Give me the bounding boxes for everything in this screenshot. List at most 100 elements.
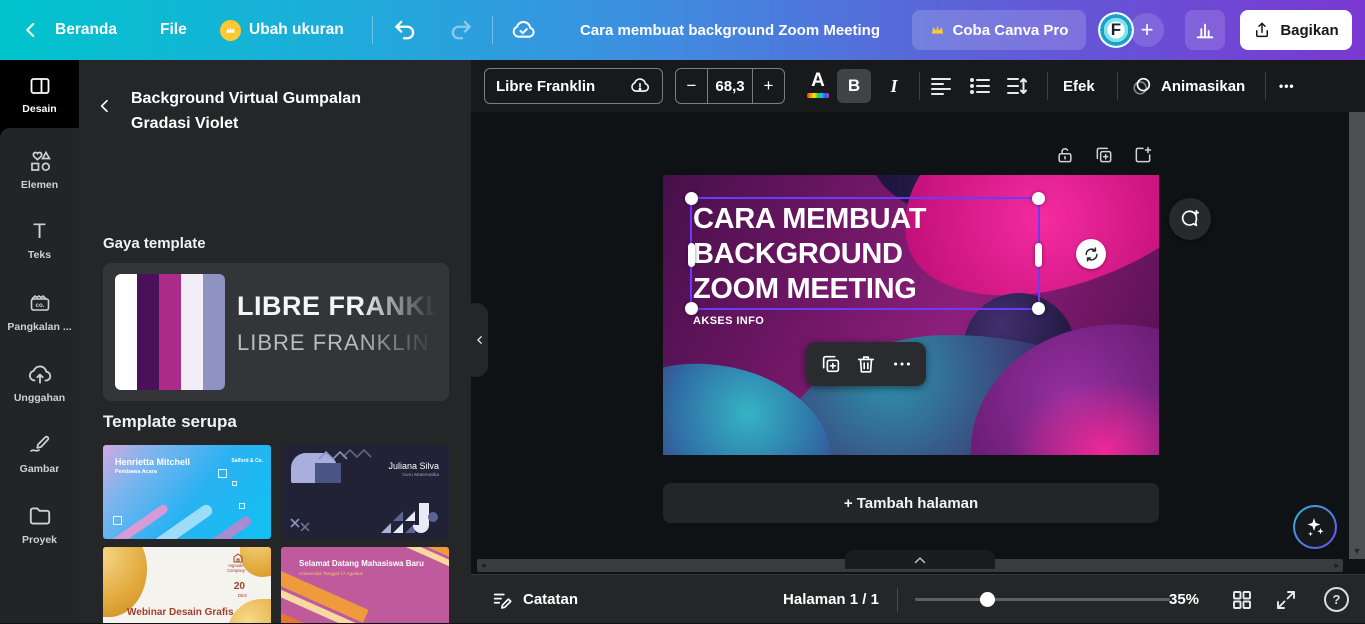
help-button[interactable]: ? xyxy=(1324,587,1349,612)
context-toolbar xyxy=(806,342,926,386)
sidebar-item-elemen[interactable]: Elemen xyxy=(0,134,79,205)
zoom-slider-thumb[interactable] xyxy=(980,592,995,607)
template-thumb-henrietta[interactable]: Henrietta Mitchell Pembawa Acara Salford… xyxy=(103,445,271,539)
toolbar-more-button[interactable]: ••• xyxy=(1279,60,1295,112)
home-back-button[interactable] xyxy=(22,0,40,60)
notes-button[interactable]: Catatan xyxy=(491,575,578,624)
resize-handle-top-right[interactable] xyxy=(1032,192,1045,205)
vertical-scrollbar[interactable]: ▼ xyxy=(1349,60,1365,559)
comment-plus-icon xyxy=(1181,209,1200,227)
undo-button[interactable] xyxy=(392,0,418,60)
resize-handle-left[interactable] xyxy=(688,243,695,267)
zoom-slider[interactable] xyxy=(915,592,1170,607)
elements-icon xyxy=(30,150,51,172)
divider xyxy=(919,72,920,100)
cloud-alert-icon xyxy=(631,78,650,92)
sidebar-rail-group: Elemen T Teks co. Pangkalan ... Unggahan… xyxy=(0,128,79,623)
template-panel: Background Virtual Gumpalan Gradasi Viol… xyxy=(79,60,471,623)
brand-kit-icon: co. xyxy=(30,294,49,311)
duplicate-element-button[interactable] xyxy=(820,353,842,375)
resize-handle-top-left[interactable] xyxy=(685,192,698,205)
share-button[interactable]: Bagikan xyxy=(1240,10,1352,50)
divider xyxy=(372,16,373,44)
template-thumb-webinar[interactable]: Webinar Desain Grafis reallygreatsite.co… xyxy=(103,547,271,623)
rotate-handle[interactable] xyxy=(1076,239,1106,269)
crown-icon xyxy=(220,19,241,41)
font-size-decrease-button[interactable]: − xyxy=(676,69,708,103)
delete-button[interactable] xyxy=(855,353,877,375)
sidebar-item-teks[interactable]: T Teks xyxy=(0,205,79,276)
sidebar-item-unggahan[interactable]: Unggahan xyxy=(0,347,79,418)
similar-section-heading: Template serupa xyxy=(103,412,237,431)
template-thumb-juliana[interactable]: Juliana Silva Guru Matematika xyxy=(281,445,449,539)
add-page-button[interactable]: + Tambah halaman xyxy=(663,483,1159,523)
draw-icon xyxy=(29,435,49,452)
menu-file[interactable]: File xyxy=(160,0,187,60)
undo-icon xyxy=(395,20,415,40)
template-style-card[interactable]: LIBRE FRANKLIN LIBRE FRANKLIN xyxy=(103,263,449,401)
selection-box[interactable] xyxy=(685,192,1045,315)
divider xyxy=(492,16,493,44)
menu-beranda[interactable]: Beranda xyxy=(55,0,117,60)
spacing-button[interactable] xyxy=(1005,74,1031,98)
sidebar-item-proyek[interactable]: Proyek xyxy=(0,489,79,560)
resize-handle-bottom-right[interactable] xyxy=(1032,302,1045,315)
scroll-left-arrow[interactable]: ◂ xyxy=(481,560,486,571)
resize-handle-right[interactable] xyxy=(1035,243,1042,267)
panel-back-button[interactable] xyxy=(93,94,117,118)
notes-icon xyxy=(493,593,512,609)
document-title[interactable]: Cara membuat background Zoom Meeting xyxy=(560,0,900,60)
svg-text:co.: co. xyxy=(35,302,44,309)
lock-button[interactable] xyxy=(1055,145,1075,165)
resize-handle-bottom-left[interactable] xyxy=(685,302,698,315)
swatch-white xyxy=(115,274,137,390)
uploads-icon xyxy=(28,365,51,384)
avatar[interactable]: F xyxy=(1098,12,1134,48)
swatch-lavender xyxy=(181,274,203,390)
text-toolbar: Libre Franklin − 68,3 + A B I Efek Anima… xyxy=(471,60,1365,112)
redo-button[interactable] xyxy=(448,0,474,60)
sidebar-item-pangkalan[interactable]: co. Pangkalan ... xyxy=(0,276,79,347)
text-align-button[interactable] xyxy=(929,74,955,98)
design-icon xyxy=(30,77,49,94)
font-size-increase-button[interactable]: + xyxy=(752,69,784,103)
save-status-button[interactable] xyxy=(510,0,537,60)
try-canva-pro-button[interactable]: Coba Canva Pro xyxy=(912,10,1086,50)
add-comment-button[interactable] xyxy=(1169,198,1211,240)
canvas-subheading-text[interactable]: AKSES INFO xyxy=(693,315,764,327)
zoom-level[interactable]: 35% xyxy=(1161,575,1207,624)
list-button[interactable] xyxy=(968,74,994,98)
text-color-button[interactable]: A xyxy=(803,69,833,103)
add-page-icon-button[interactable] xyxy=(1133,145,1153,165)
sidebar-item-desain[interactable]: Desain xyxy=(0,60,79,128)
text-icon: T xyxy=(33,220,46,243)
style-section-heading: Gaya template xyxy=(103,235,206,252)
redo-icon xyxy=(451,20,471,40)
duplicate-page-button[interactable] xyxy=(1094,145,1114,165)
status-bar: Catatan Halaman 1 / 1 35% ? xyxy=(471,574,1365,623)
fullscreen-button[interactable] xyxy=(1274,588,1298,612)
resize-button[interactable]: Ubah ukuran xyxy=(220,0,344,60)
font-size-value[interactable]: 68,3 xyxy=(708,69,752,103)
chevron-left-icon xyxy=(476,336,482,344)
divider xyxy=(1265,72,1266,100)
italic-button[interactable]: I xyxy=(877,69,911,103)
design-canvas[interactable]: CARA MEMBUAT BACKGROUND ZOOM MEETING AKS… xyxy=(663,175,1159,455)
more-options-button[interactable] xyxy=(891,353,913,375)
assistant-button[interactable] xyxy=(1293,505,1337,549)
template-thumbnails: Henrietta Mitchell Pembawa Acara Salford… xyxy=(103,445,449,623)
effects-button[interactable]: Efek xyxy=(1063,60,1095,112)
insights-button[interactable] xyxy=(1185,10,1225,50)
panel-collapse-handle[interactable] xyxy=(471,303,488,377)
grid-view-button[interactable] xyxy=(1230,588,1254,612)
sidebar-item-gambar[interactable]: Gambar xyxy=(0,418,79,489)
font-selector[interactable]: Libre Franklin xyxy=(484,68,663,104)
animate-button[interactable]: Animasikan xyxy=(1131,60,1245,112)
add-member-button[interactable]: + xyxy=(1130,13,1164,47)
scroll-right-arrow[interactable]: ▸ xyxy=(1334,560,1339,571)
template-thumb-mahasiswa[interactable]: Selamat Datang Mahasiswa Baru Universita… xyxy=(281,547,449,623)
scroll-down-arrow[interactable]: ▼ xyxy=(1349,546,1365,556)
bottom-panel-collapse[interactable] xyxy=(845,550,995,569)
style-font-bold-sample: LIBRE FRANKLIN xyxy=(237,291,449,321)
bold-button[interactable]: B xyxy=(837,69,871,103)
